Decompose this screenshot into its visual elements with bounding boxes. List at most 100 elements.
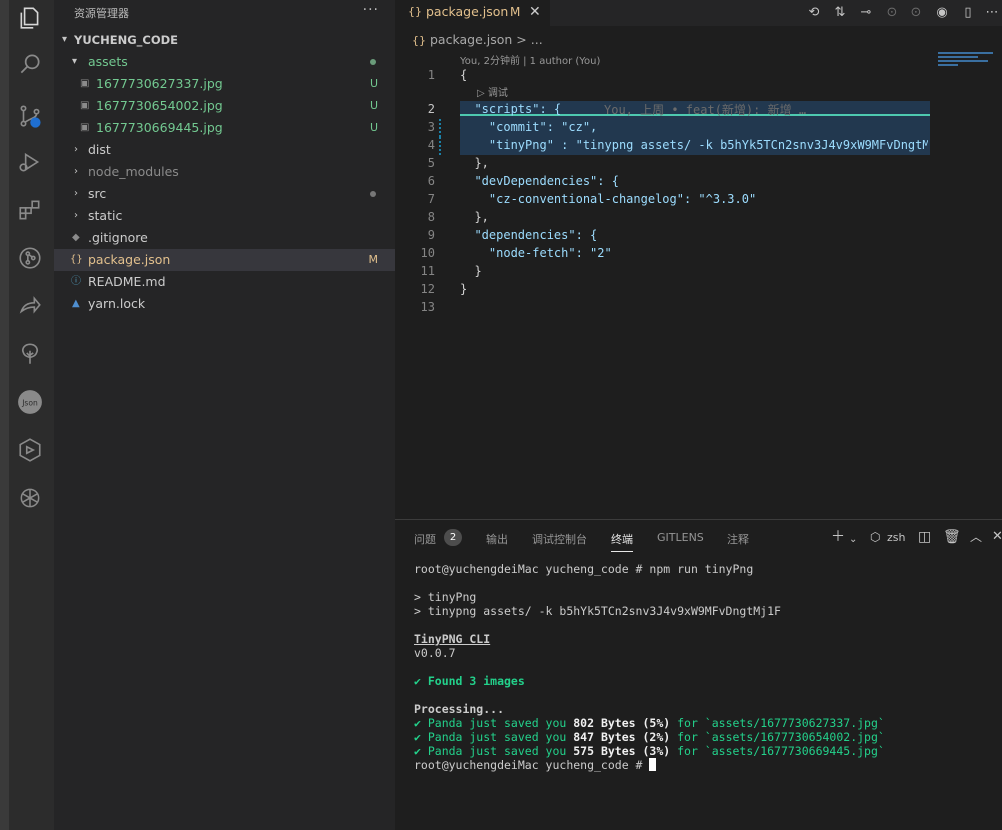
gitlens-inline-blame: You, 上周 • feat(新增): 新增 … <box>604 103 807 117</box>
breadcrumb-file[interactable]: package.json <box>430 32 512 47</box>
tab-gitlens[interactable]: GITLENS <box>657 531 704 544</box>
explorer-icon[interactable] <box>12 0 48 36</box>
tree-item-static[interactable]: › static <box>54 205 395 227</box>
debug-codelens[interactable]: ▷ 调试 <box>477 84 508 99</box>
tab-debug-console[interactable]: 调试控制台 <box>532 531 587 547</box>
terminal-line: ✔ Panda just saved you 847 Bytes (2%) fo… <box>414 730 885 744</box>
tree-item-package-json[interactable]: {} package.json M <box>54 249 395 271</box>
saved-suffix: for `assets/1677730669445.jpg` <box>670 744 885 758</box>
editor-tab-bar: {} package.json M ✕ ⟲ ⇅ ⊸ ⊙ ⊙ ◉ ▯ ⋯ <box>395 0 1002 26</box>
line-number: 12 <box>420 282 435 296</box>
terminal-prompt: root@yuchengdeiMac yucheng_code # <box>414 758 650 772</box>
maximize-panel-icon[interactable]: ︿ <box>970 529 982 545</box>
tree-item-label: .gitignore <box>88 230 148 245</box>
code-line: }, <box>460 210 489 224</box>
tree-item-label: README.md <box>88 274 166 289</box>
tree-item-node-modules[interactable]: › node_modules <box>54 161 395 183</box>
compare-changes-icon[interactable]: ⇅ <box>831 4 849 22</box>
tree-icon[interactable] <box>12 336 48 372</box>
line-number: 1 <box>427 68 435 82</box>
terminal-line: > tinyPng <box>414 590 477 604</box>
extensions-icon[interactable] <box>12 192 48 228</box>
json-icon[interactable]: Json <box>12 384 48 420</box>
window-edge <box>0 0 9 830</box>
terminal-shell-label[interactable]: zsh <box>887 530 905 546</box>
split-terminal-icon[interactable]: ◫ <box>918 529 931 545</box>
svg-text:Json: Json <box>21 398 38 407</box>
saved-amount: 802 Bytes (5%) <box>573 716 671 730</box>
tree-item-gitignore[interactable]: ◆ .gitignore <box>54 227 395 249</box>
timeline-icon[interactable]: ⟲ <box>805 4 823 22</box>
chevron-right-icon: › <box>74 144 78 155</box>
code-line: "node-fetch": "2" <box>460 246 612 260</box>
explorer-sidebar: 资源管理器 ··· ▾ YUCHENG_CODE ▾ assets ▣ 1677… <box>54 0 395 830</box>
close-panel-icon[interactable]: ✕ <box>992 529 1002 545</box>
tree-item-readme[interactable]: ⓘ README.md <box>54 271 395 293</box>
line-number: 3 <box>427 120 435 134</box>
tree-item-label: assets <box>88 54 128 69</box>
tree-item-label: node_modules <box>88 164 179 179</box>
terminal-line: root@yuchengdeiMac yucheng_code # npm ru… <box>414 562 754 576</box>
source-control-icon[interactable] <box>12 98 48 134</box>
tab-output[interactable]: 输出 <box>486 531 508 547</box>
codelens-label: 调试 <box>487 88 508 99</box>
modified-badge: M <box>368 253 379 266</box>
chevron-down-icon[interactable]: ⌄ <box>849 532 857 548</box>
line-number: 7 <box>427 192 435 206</box>
terminal-line: ✔ Panda just saved you 575 Bytes (3%) fo… <box>414 744 885 758</box>
tree-item-label: 1677730627337.jpg <box>96 76 223 91</box>
cube-icon[interactable] <box>12 432 48 468</box>
saved-suffix: for `assets/1677730627337.jpg` <box>670 716 885 730</box>
chevron-right-icon: › <box>74 166 78 177</box>
code-line: "tinyPng" : "tinypng assets/ -k b5hYk5TC… <box>460 138 928 152</box>
run-debug-icon[interactable] <box>12 144 48 180</box>
trash-icon[interactable]: 🗑 <box>943 529 961 545</box>
tab-comments[interactable]: 注释 <box>727 531 749 547</box>
line-number: 4 <box>427 138 435 152</box>
gitlens-inspect-icon[interactable]: ◉ <box>933 4 951 22</box>
tree-item-image-1[interactable]: ▣ 1677730627337.jpg U <box>54 73 395 95</box>
changes-dot <box>370 59 376 65</box>
tab-package-json[interactable]: {} package.json M ✕ <box>395 0 550 26</box>
chevron-down-icon: ▾ <box>72 56 78 67</box>
tree-item-src[interactable]: › src <box>54 183 395 205</box>
terminal-output[interactable]: root@yuchengdeiMac yucheng_code # npm ru… <box>414 562 885 772</box>
split-editor-icon[interactable]: ▯ <box>959 4 977 22</box>
terminal-line: TinyPNG CLI <box>414 632 491 646</box>
json-file-icon: {} <box>70 254 83 265</box>
code-line: } <box>460 282 468 296</box>
remote-share-icon[interactable] <box>12 288 48 324</box>
saved-prefix: ✔ Panda just saved you <box>414 716 574 730</box>
tree-item-image-3[interactable]: ▣ 1677730669445.jpg U <box>54 117 395 139</box>
new-terminal-icon[interactable]: ＋ <box>831 529 845 545</box>
image-file-icon: ▣ <box>80 100 90 111</box>
commit-icon[interactable]: ⊙ <box>883 4 901 22</box>
gitlens-blame-header[interactable]: You, 2分钟前 | 1 author (You) <box>460 52 600 67</box>
ai-assistant-icon[interactable] <box>12 480 48 516</box>
tree-item-yarn-lock[interactable]: ▲ yarn.lock <box>54 293 395 315</box>
breadcrumb-more[interactable]: ... <box>531 32 543 47</box>
search-icon[interactable] <box>12 46 48 82</box>
workspace-root[interactable]: ▾ YUCHENG_CODE <box>54 29 395 51</box>
commit-prev-icon[interactable]: ⊸ <box>857 4 875 22</box>
tab-terminal[interactable]: 终端 <box>611 531 633 552</box>
gitlens-icon[interactable] <box>12 240 48 276</box>
tree-item-dist[interactable]: › dist <box>54 139 395 161</box>
tab-problems[interactable]: 问题 <box>414 531 436 547</box>
line-number: 13 <box>420 300 435 314</box>
line-number: 11 <box>420 264 435 278</box>
more-actions-icon[interactable]: ··· <box>363 2 379 18</box>
shell-icon: ⬡ <box>870 530 881 544</box>
more-actions-icon[interactable]: ⋯ <box>983 4 1001 22</box>
commit-next-icon[interactable]: ⊙ <box>907 4 925 22</box>
yarn-file-icon: ▲ <box>72 298 80 309</box>
close-icon[interactable]: ✕ <box>529 0 541 24</box>
tree-item-image-2[interactable]: ▣ 1677730654002.jpg U <box>54 95 395 117</box>
tree-item-assets[interactable]: ▾ assets <box>54 51 395 73</box>
minimap[interactable] <box>938 52 993 77</box>
tab-label: package.json <box>426 4 509 19</box>
sidebar-title: 资源管理器 <box>74 7 129 20</box>
code-line: "devDependencies": { <box>460 174 619 188</box>
code-line: "dependencies": { <box>460 228 598 242</box>
